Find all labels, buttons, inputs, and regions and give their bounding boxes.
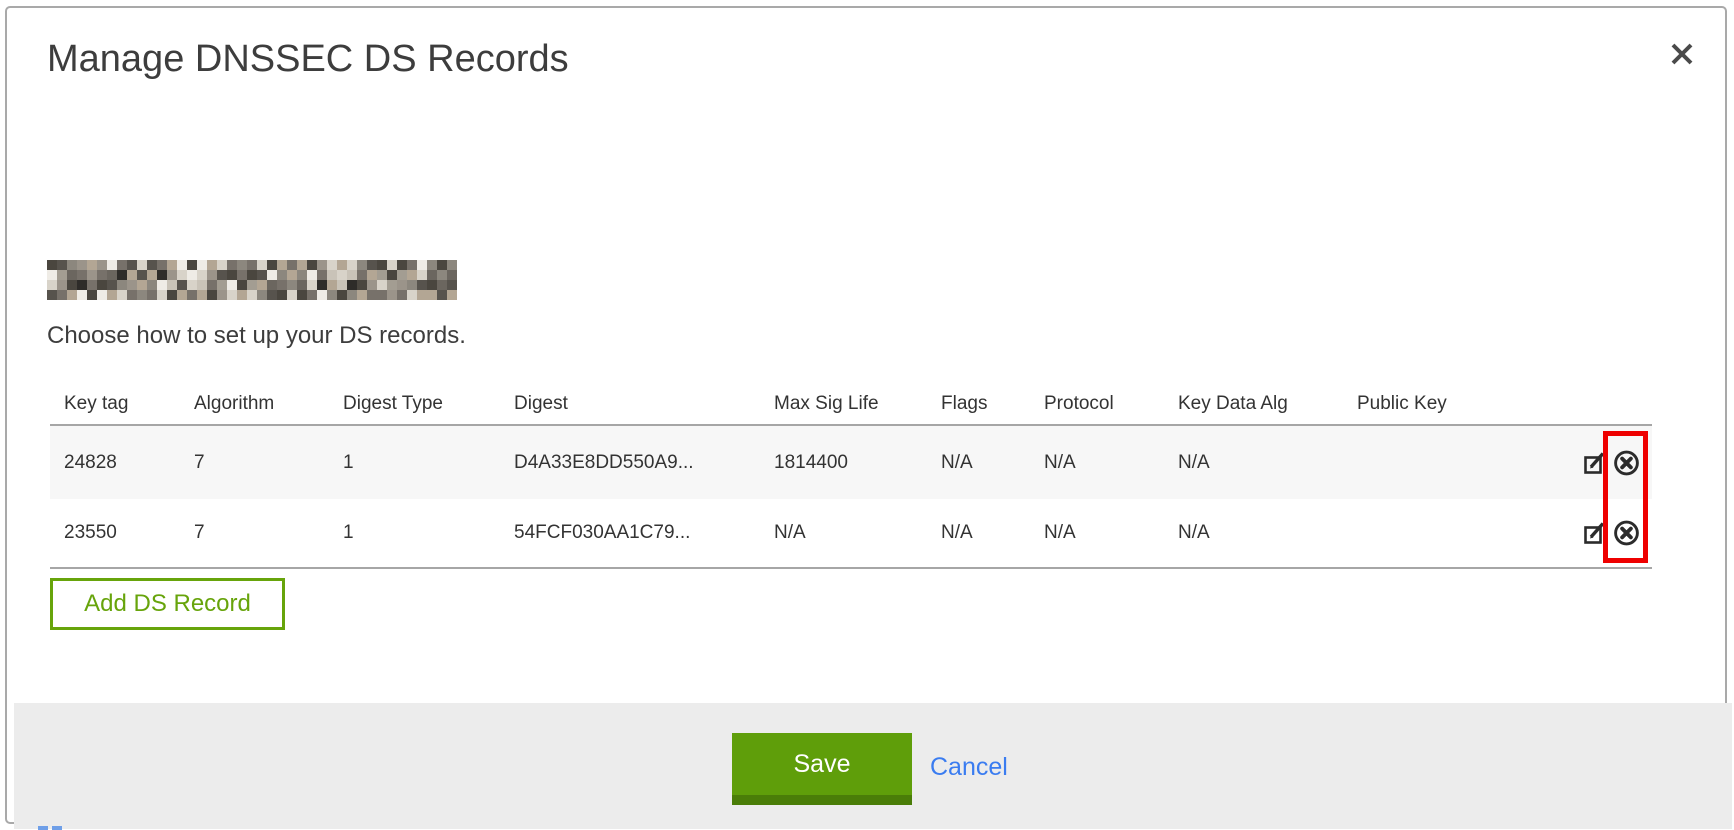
cell-protocol: N/A (1044, 452, 1178, 474)
page-behind-artifact (38, 826, 48, 830)
column-header-algorithm: Algorithm (194, 393, 343, 415)
delete-record-icon[interactable] (1613, 449, 1640, 476)
column-header-public-key: Public Key (1357, 393, 1532, 415)
table-row: 23550 7 1 54FCF030AA1C79... N/A N/A N/A … (50, 499, 1652, 569)
manage-dnssec-modal: Manage DNSSEC DS Records Choose how to s… (5, 6, 1727, 824)
table-header-row: Key tag Algorithm Digest Type Digest Max… (50, 383, 1652, 426)
cell-key-tag: 23550 (64, 522, 194, 544)
column-header-digest-type: Digest Type (343, 393, 514, 415)
instruction-text: Choose how to set up your DS records. (47, 322, 466, 350)
cancel-link[interactable]: Cancel (930, 753, 1008, 782)
column-header-key-tag: Key tag (64, 393, 194, 415)
cell-algorithm: 7 (194, 452, 343, 474)
modal-title: Manage DNSSEC DS Records (47, 38, 569, 81)
redacted-domain-name (47, 260, 457, 300)
column-header-digest: Digest (514, 393, 774, 415)
cell-algorithm: 7 (194, 522, 343, 544)
cell-flags: N/A (941, 452, 1044, 474)
modal-footer: Save Cancel (14, 703, 1732, 829)
cell-digest: 54FCF030AA1C79... (514, 522, 774, 544)
cell-flags: N/A (941, 522, 1044, 544)
add-ds-record-button[interactable]: Add DS Record (50, 578, 285, 630)
close-icon[interactable] (1665, 37, 1699, 71)
page-background: Manage DNSSEC DS Records Choose how to s… (0, 0, 1734, 830)
cell-key-data-alg: N/A (1178, 452, 1357, 474)
edit-record-icon[interactable] (1581, 520, 1608, 547)
page-behind-artifact (52, 826, 62, 830)
cell-key-data-alg: N/A (1178, 522, 1357, 544)
delete-record-icon[interactable] (1613, 520, 1640, 547)
column-header-key-data-alg: Key Data Alg (1178, 393, 1357, 415)
column-header-protocol: Protocol (1044, 393, 1178, 415)
cell-digest: D4A33E8DD550A9... (514, 452, 774, 474)
save-button[interactable]: Save (732, 733, 912, 805)
cell-protocol: N/A (1044, 522, 1178, 544)
ds-records-table: Key tag Algorithm Digest Type Digest Max… (50, 383, 1652, 569)
cell-digest-type: 1 (343, 522, 514, 544)
cell-max-sig-life: 1814400 (774, 452, 941, 474)
cell-digest-type: 1 (343, 452, 514, 474)
cell-key-tag: 24828 (64, 452, 194, 474)
edit-record-icon[interactable] (1581, 449, 1608, 476)
table-row: 24828 7 1 D4A33E8DD550A9... 1814400 N/A … (50, 426, 1652, 499)
column-header-max-sig-life: Max Sig Life (774, 393, 941, 415)
cell-max-sig-life: N/A (774, 522, 941, 544)
column-header-flags: Flags (941, 393, 1044, 415)
